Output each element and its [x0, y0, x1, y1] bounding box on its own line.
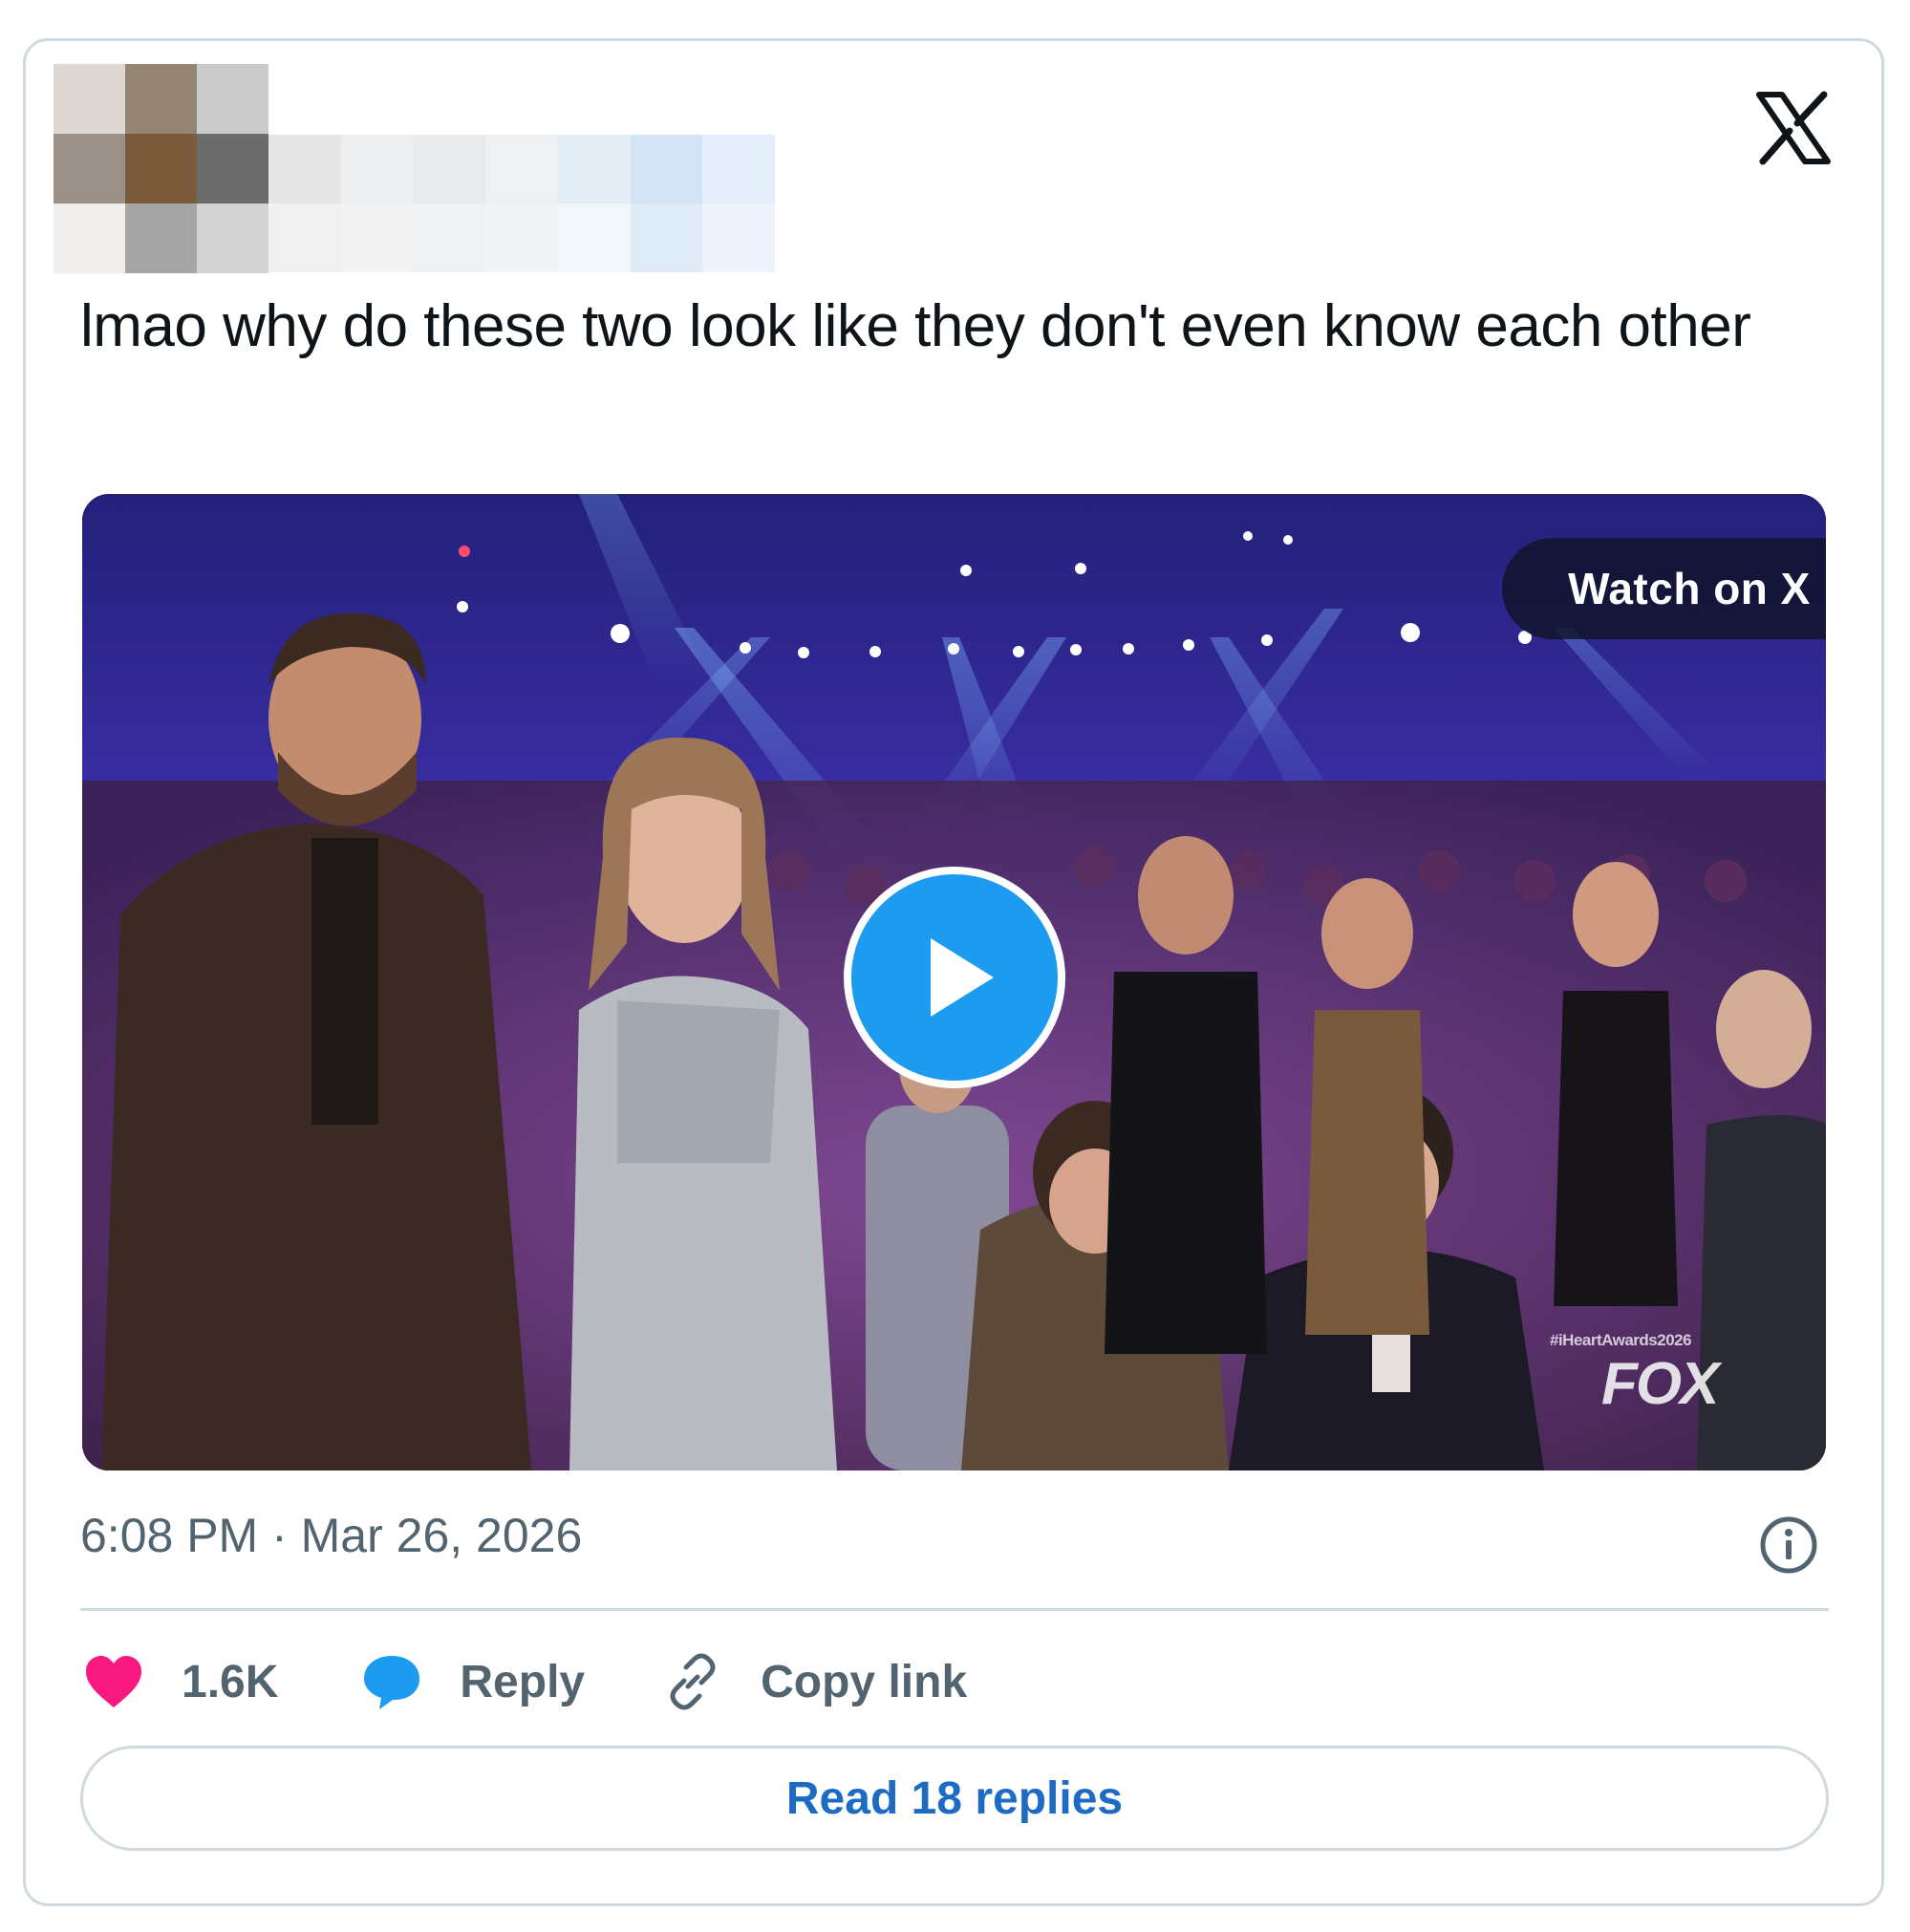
x-logo-icon[interactable] [1753, 91, 1832, 165]
reply-button[interactable]: Reply [358, 1648, 585, 1715]
like-button[interactable]: 1.6K [80, 1648, 278, 1715]
author-name-blurred[interactable] [268, 135, 775, 272]
video-player[interactable]: Watch on X #iHeartAwards2026 FOX [82, 494, 1826, 1470]
reply-label: Reply [460, 1656, 586, 1707]
info-icon[interactable] [1758, 1514, 1819, 1576]
divider [80, 1608, 1829, 1611]
network-logo-watermark: FOX [1601, 1351, 1719, 1417]
tweet-actions: 1.6K Reply Copy link [80, 1643, 967, 1720]
read-replies-button[interactable]: Read 18 replies [80, 1746, 1829, 1851]
tweet-text: lmao why do these two look like they don… [80, 293, 1751, 359]
watch-on-x-button[interactable]: Watch on X [1502, 538, 1826, 639]
speech-bubble-icon [364, 1656, 420, 1709]
copy-link-label: Copy link [761, 1656, 968, 1707]
link-icon [670, 1653, 716, 1710]
play-icon [931, 938, 994, 1017]
heart-icon [86, 1656, 141, 1707]
play-button[interactable] [844, 867, 1065, 1088]
like-count: 1.6K [182, 1656, 279, 1707]
broadcast-hashtag-watermark: #iHeartAwards2026 [1550, 1331, 1692, 1349]
avatar[interactable] [54, 64, 268, 273]
tweet-timestamp[interactable]: 6:08 PM · Mar 26, 2026 [80, 1508, 582, 1563]
copy-link-button[interactable]: Copy link [659, 1648, 967, 1715]
